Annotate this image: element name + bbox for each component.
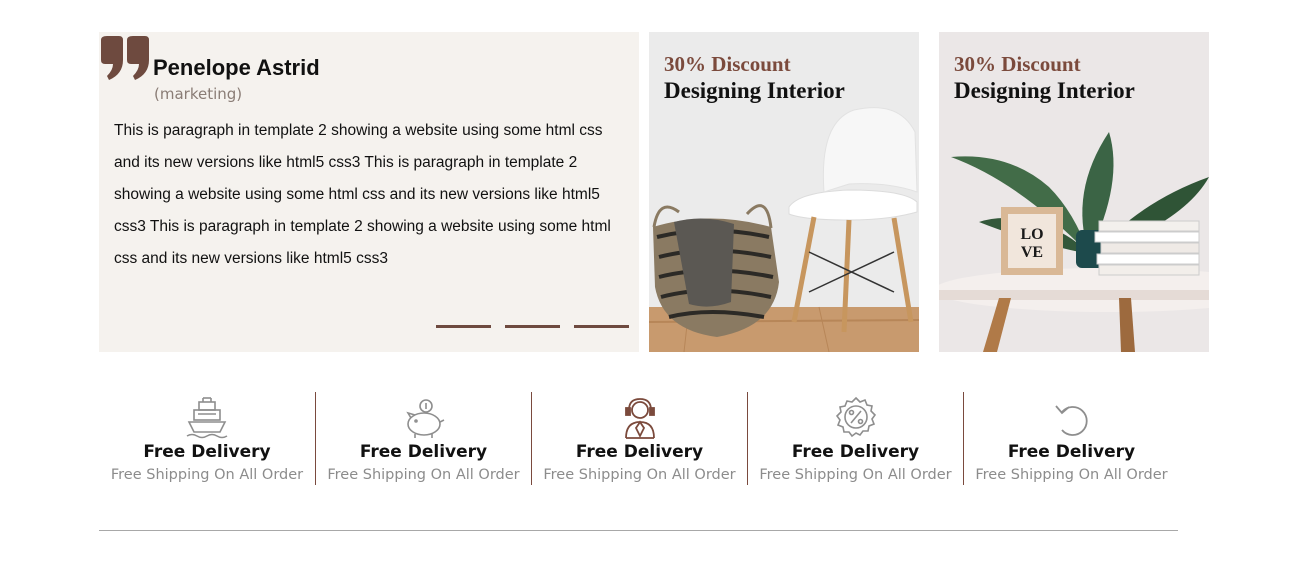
promo-discount: 30% Discount [954,52,1081,76]
feature-subtitle: Free Shipping On All Order [327,467,520,483]
feature-subtitle: Free Shipping On All Order [543,467,736,483]
features-row: Free Delivery Free Shipping On All Order… [99,392,1179,485]
feature-subtitle: Free Shipping On All Order [110,467,304,483]
feature-title: Free Delivery [791,442,920,462]
promo-card-2[interactable]: LO VE 30% Discount Designing Interior [939,32,1209,352]
testimonial-role: (marketing) [154,85,243,103]
feature-item: Free Delivery Free Shipping On All Order [315,392,531,485]
promo-card-1[interactable]: 30% Discount Designing Interior [649,32,919,352]
feature-item: Free Delivery Free Shipping On All Order [531,392,747,485]
testimonial-text: This is paragraph in template 2 showing … [114,122,611,267]
slider-indicator-3[interactable] [574,325,629,328]
testimonial-card: Penelope Astrid (marketing) This is para… [99,32,639,352]
ship-icon [186,397,228,439]
svg-text:VE: VE [1021,244,1043,261]
feature-title: Free Delivery [1007,442,1136,462]
feature-item: Free Delivery Free Shipping On All Order [963,392,1179,485]
feature-subtitle: Free Shipping On All Order [759,467,952,483]
slider-indicator-2[interactable] [505,325,560,328]
feature-title: Free Delivery [359,442,488,462]
testimonial-name: Penelope Astrid [153,55,320,80]
feature-subtitle: Free Shipping On All Order [975,467,1168,483]
feature-item: Free Delivery Free Shipping On All Order [747,392,963,485]
promo-title: Designing Interior [954,78,1135,103]
support-agent-icon [624,398,655,439]
piggy-bank-icon [405,399,444,438]
promo-discount: 30% Discount [664,52,791,76]
slider-indicators [436,325,629,328]
feature-title: Free Delivery [575,442,704,462]
feature-item: Free Delivery Free Shipping On All Order [99,392,315,485]
slider-indicator-1[interactable] [436,325,491,328]
promo-title: Designing Interior [664,78,845,103]
section-divider [99,530,1178,531]
quote-icon [101,36,149,80]
svg-text:LO: LO [1020,226,1043,243]
feature-title: Free Delivery [143,442,271,462]
return-arrow-icon [1054,405,1088,436]
discount-badge-icon [835,396,876,438]
